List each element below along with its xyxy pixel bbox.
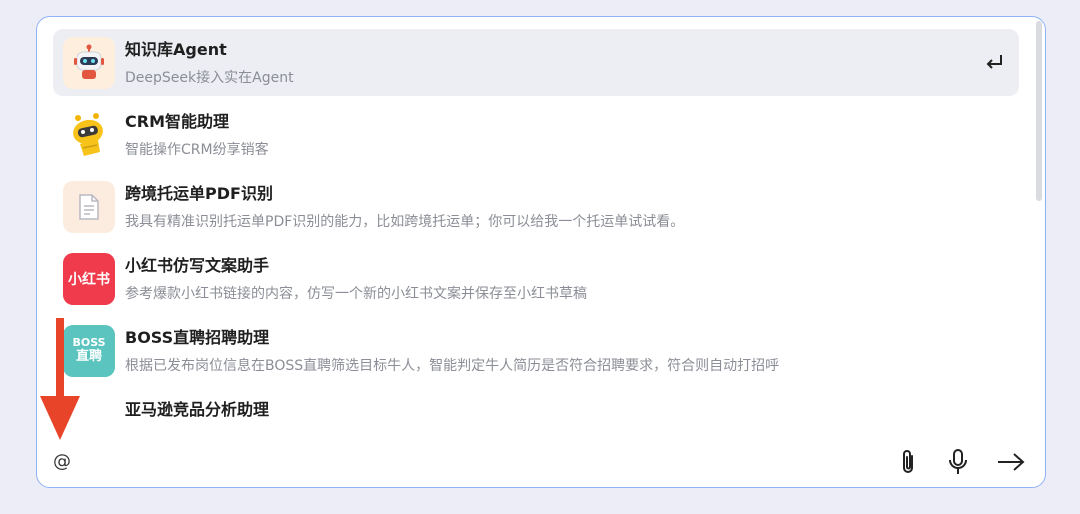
agent-description: 智能操作CRM纷享销客 [125, 142, 269, 158]
agent-description: DeepSeek接入实在Agent [125, 70, 294, 86]
agent-title: 小红书仿写文案助手 [125, 256, 270, 275]
agent-list: 知识库Agent DeepSeek接入实在Agent CRM智能助理 智能操作C… [53, 29, 1019, 437]
document-icon [63, 181, 115, 233]
annotation-arrow-icon [38, 318, 82, 442]
agent-title: 跨境托运单PDF识别 [125, 184, 273, 203]
scrollbar[interactable] [1036, 21, 1042, 201]
agent-title: 亚马逊竞品分析助理 [125, 400, 270, 419]
input-bar: @ [37, 425, 1045, 487]
list-item-boss-recruiter[interactable]: BOSS 直聘 BOSS直聘招聘助理 根据已发布岗位信息在BOSS直聘筛选目标牛… [53, 317, 1019, 389]
xiaohongshu-logo: 小红书 [63, 253, 115, 305]
list-item-crm-assistant[interactable]: CRM智能助理 智能操作CRM纷享销客 [53, 101, 1019, 173]
robot-icon [63, 37, 115, 89]
microphone-icon [949, 449, 967, 474]
agent-title: BOSS直聘招聘助理 [125, 328, 270, 347]
list-item-pdf-recognition[interactable]: 跨境托运单PDF识别 我具有精准识别托运单PDF识别的能力，比如跨境托运单；你可… [53, 173, 1019, 245]
agent-description: 我具有精准识别托运单PDF识别的能力，比如跨境托运单；你可以给我一个托运单试试看… [125, 214, 685, 230]
microphone-button[interactable] [945, 447, 971, 477]
paperclip-icon [903, 450, 913, 473]
agent-description: 参考爆款小红书链接的内容，仿写一个新的小红书文案并保存至小红书草稿 [125, 286, 587, 302]
arrow-right-icon [998, 453, 1025, 471]
mention-input[interactable]: @ [53, 451, 71, 472]
attach-button[interactable] [895, 447, 921, 477]
agent-title: CRM智能助理 [125, 112, 229, 131]
agent-mention-panel: 知识库Agent DeepSeek接入实在Agent CRM智能助理 智能操作C… [36, 16, 1046, 488]
yellow-bot-icon [63, 109, 115, 161]
agent-description: 根据已发布岗位信息在BOSS直聘筛选目标牛人，智能判定牛人简历是否符合招聘要求，… [125, 358, 780, 374]
send-button[interactable] [995, 447, 1027, 477]
agent-title: 知识库Agent [125, 40, 227, 59]
list-item-xiaohongshu-copywriter[interactable]: 小红书 小红书仿写文案助手 参考爆款小红书链接的内容，仿写一个新的小红书文案并保… [53, 245, 1019, 317]
enter-key-icon [983, 51, 1005, 73]
list-item-knowledge-agent[interactable]: 知识库Agent DeepSeek接入实在Agent [53, 29, 1019, 96]
xiaohongshu-logo-text: 小红书 [68, 272, 110, 288]
